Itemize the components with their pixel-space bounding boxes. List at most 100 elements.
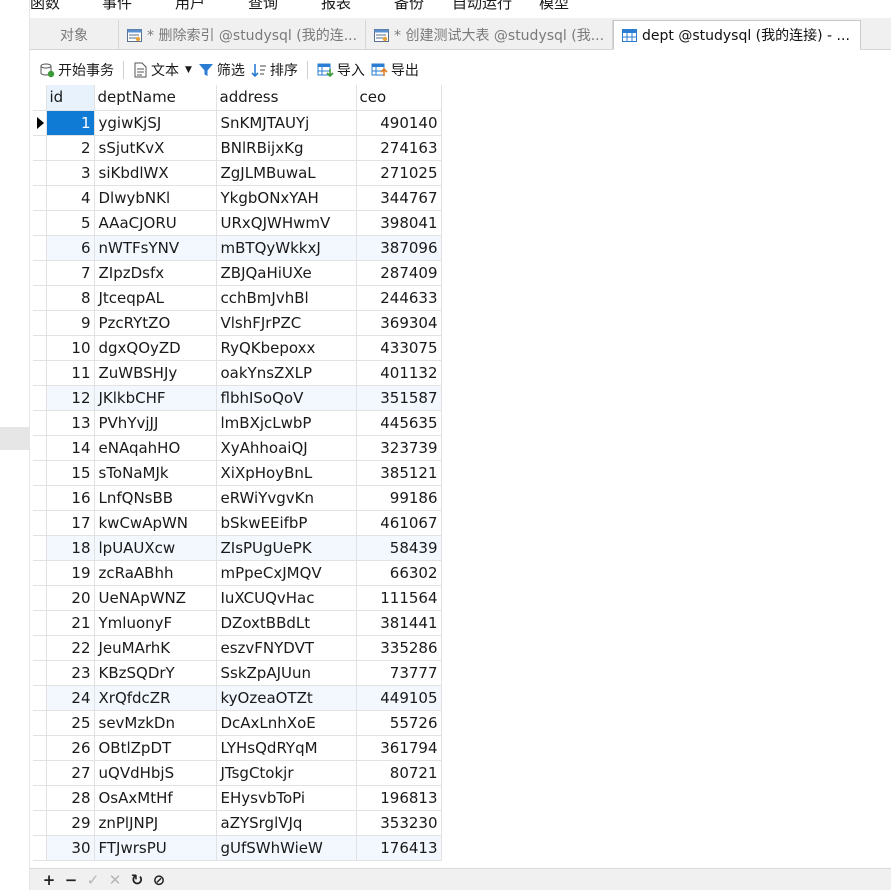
row-marker[interactable] [33,460,47,486]
cell-id[interactable]: 1 [46,110,95,136]
table-row[interactable]: 20 UeNApWNZ IuXCUQvHac 111564 [33,585,442,611]
add-record-button[interactable]: + [38,869,60,890]
row-marker[interactable] [33,185,47,211]
cell-id[interactable]: 10 [46,335,95,361]
cell-deptname[interactable]: PVhYvjJJ [94,410,217,436]
row-marker[interactable] [33,560,47,586]
cell-deptname[interactable]: eNAqahHO [94,435,217,461]
cell-address[interactable]: mPpeCxJMQV [216,560,357,586]
refresh-button[interactable]: ↻ [126,869,148,890]
row-marker[interactable] [33,310,47,336]
cell-ceo[interactable]: 387096 [356,235,442,261]
row-marker[interactable] [33,710,47,736]
table-row[interactable]: 26 OBtlZpDT LYHsQdRYqM 361794 [33,735,442,761]
cell-address[interactable]: aZYSrglVJq [216,810,357,836]
begin-transaction-button[interactable]: 开始事务 [36,58,117,82]
cell-id[interactable]: 18 [46,535,95,561]
row-marker[interactable] [33,435,47,461]
cell-ceo[interactable]: 445635 [356,410,442,436]
cell-id[interactable]: 19 [46,560,95,586]
table-row[interactable]: 5 AAaCJORU URxQJWHwmV 398041 [33,210,442,236]
table-row[interactable]: 9 PzcRYtZO VlshFJrPZC 369304 [33,310,442,336]
cell-address[interactable]: eRWiYvgvKn [216,485,357,511]
cell-ceo[interactable]: 66302 [356,560,442,586]
cell-id[interactable]: 12 [46,385,95,411]
cell-address[interactable]: gUfSWhWieW [216,835,357,861]
left-scroll-marker[interactable] [0,427,30,450]
cell-ceo[interactable]: 244633 [356,285,442,311]
table-row[interactable]: 13 PVhYvjJJ lmBXjcLwbP 445635 [33,410,442,436]
cell-ceo[interactable]: 176413 [356,835,442,861]
cell-id[interactable]: 7 [46,260,95,286]
menu-reports[interactable]: 报表 [321,0,351,12]
cell-address[interactable]: flbhISoQoV [216,385,357,411]
cell-id[interactable]: 30 [46,835,95,861]
cell-ceo[interactable]: 55726 [356,710,442,736]
cell-id[interactable]: 24 [46,685,95,711]
cell-address[interactable]: URxQJWHwmV [216,210,357,236]
cell-address[interactable]: IuXCUQvHac [216,585,357,611]
cell-id[interactable]: 13 [46,410,95,436]
cell-address[interactable]: lmBXjcLwbP [216,410,357,436]
table-row[interactable]: 19 zcRaABhh mPpeCxJMQV 66302 [33,560,442,586]
row-marker[interactable] [33,160,47,186]
cell-deptname[interactable]: FTJwrsPU [94,835,217,861]
cell-deptname[interactable]: LnfQNsBB [94,485,217,511]
cell-ceo[interactable]: 323739 [356,435,442,461]
cell-deptname[interactable]: siKbdlWX [94,160,217,186]
cell-ceo[interactable]: 461067 [356,510,442,536]
menu-backup[interactable]: 备份 [394,0,424,12]
cell-address[interactable]: VlshFJrPZC [216,310,357,336]
cell-address[interactable]: XyAhhoaiQJ [216,435,357,461]
menu-users[interactable]: 用户 [175,0,205,12]
cell-ceo[interactable]: 353230 [356,810,442,836]
cell-ceo[interactable]: 196813 [356,785,442,811]
row-marker[interactable] [33,210,47,236]
sort-button[interactable]: 排序 [248,58,301,82]
cell-deptname[interactable]: zcRaABhh [94,560,217,586]
cell-deptname[interactable]: ygiwKjSJ [94,110,217,136]
discard-changes-button[interactable]: ✕ [104,869,126,890]
cell-id[interactable]: 5 [46,210,95,236]
cell-id[interactable]: 29 [46,810,95,836]
stop-button[interactable]: ⊘ [148,869,170,890]
cell-ceo[interactable]: 401132 [356,360,442,386]
cell-deptname[interactable]: OsAxMtHf [94,785,217,811]
cell-ceo[interactable]: 449105 [356,685,442,711]
cell-address[interactable]: BNlRBijxKg [216,135,357,161]
row-marker[interactable] [33,585,47,611]
row-marker[interactable] [33,535,47,561]
tab-dept-table[interactable]: dept @studysql (我的连接) - ... [613,20,861,50]
row-marker[interactable] [33,110,47,136]
cell-address[interactable]: DZoxtBBdLt [216,610,357,636]
export-button[interactable]: 导出 [368,58,422,82]
table-row[interactable]: 6 nWTFsYNV mBTQyWkkxJ 387096 [33,235,442,261]
cell-ceo[interactable]: 344767 [356,185,442,211]
table-row[interactable]: 1 ygiwKjSJ SnKMJTAUYj 490140 [33,110,442,136]
cell-address[interactable]: ZBJQaHiUXe [216,260,357,286]
cell-ceo[interactable]: 398041 [356,210,442,236]
table-row[interactable]: 22 JeuMArhK eszvFNYDVT 335286 [33,635,442,661]
table-row[interactable]: 27 uQVdHbjS JTsgCtokjr 80721 [33,760,442,786]
cell-address[interactable]: SnKMJTAUYj [216,110,357,136]
cell-ceo[interactable]: 287409 [356,260,442,286]
menu-query[interactable]: 查询 [248,0,278,12]
cell-id[interactable]: 28 [46,785,95,811]
cell-ceo[interactable]: 381441 [356,610,442,636]
tab-create-test-table-query[interactable]: * 创建测试大表 @studysql (我... [366,20,613,50]
table-row[interactable]: 23 KBzSQDrY SskZpAJUun 73777 [33,660,442,686]
row-marker[interactable] [33,410,47,436]
cell-deptname[interactable]: XrQfdcZR [94,685,217,711]
cell-deptname[interactable]: ZIpzDsfx [94,260,217,286]
row-marker[interactable] [33,385,47,411]
table-row[interactable]: 4 DlwybNKl YkgbONxYAH 344767 [33,185,442,211]
cell-deptname[interactable]: sSjutKvX [94,135,217,161]
menu-functions[interactable]: 函数 [30,0,60,12]
row-marker[interactable] [33,335,47,361]
row-marker[interactable] [33,285,47,311]
column-header-ceo[interactable]: ceo [356,85,442,111]
table-row[interactable]: 18 lpUAUXcw ZIsPUgUePK 58439 [33,535,442,561]
menu-model[interactable]: 模型 [539,0,569,12]
cell-deptname[interactable]: nWTFsYNV [94,235,217,261]
cell-address[interactable]: ZIsPUgUePK [216,535,357,561]
